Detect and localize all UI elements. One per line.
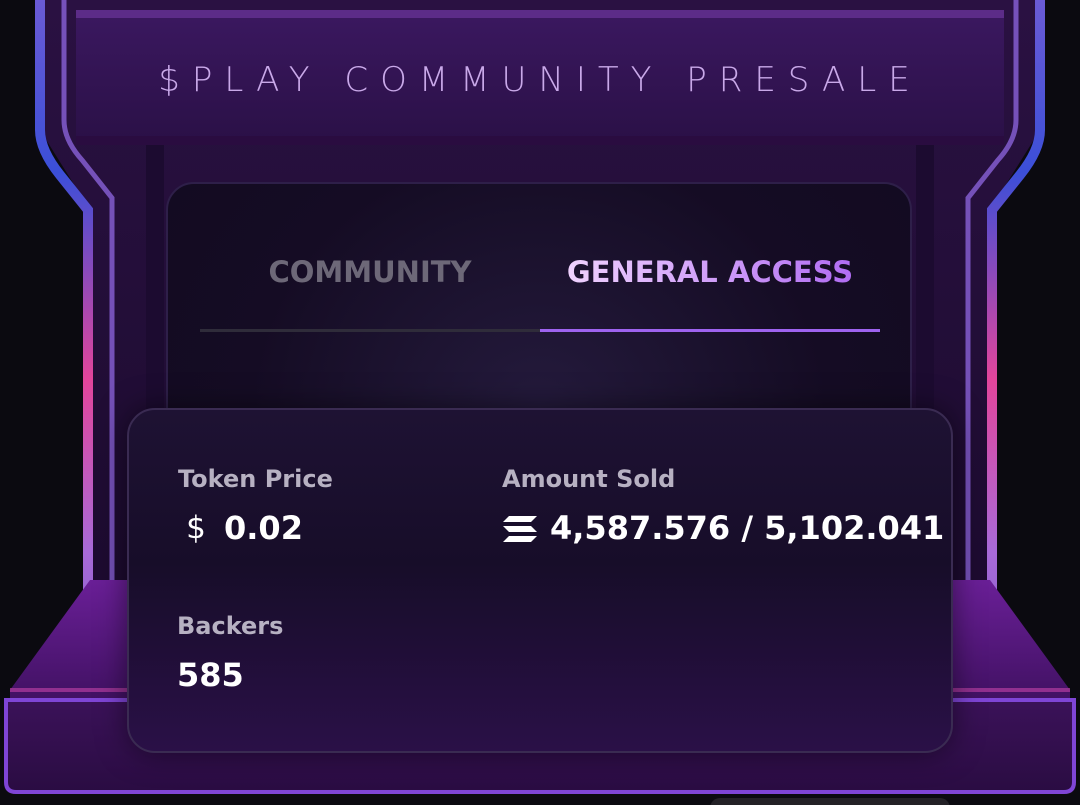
tab-general-access-label: GENERAL ACCESS: [566, 255, 854, 289]
adjacent-panel-edge: [710, 798, 950, 805]
presale-widget: $PLAY COMMUNITY PRESALE COMMUNITY GENERA…: [0, 0, 1080, 805]
presale-tabs: COMMUNITY GENERAL ACCESS: [200, 240, 880, 332]
tab-community-label: COMMUNITY: [268, 255, 472, 289]
token-price-label: Token Price: [178, 465, 333, 493]
token-price-value: 0.02: [224, 509, 303, 547]
backers-label: Backers: [177, 612, 284, 640]
presale-stats-card: [127, 408, 953, 753]
tab-general-access[interactable]: GENERAL ACCESS: [540, 240, 880, 332]
tab-community[interactable]: COMMUNITY: [200, 240, 540, 332]
dollar-icon: $: [186, 510, 206, 546]
amount-sold-value: 4,587.576 / 5,102.041: [550, 509, 945, 547]
amount-sold-label: Amount Sold: [502, 465, 676, 493]
presale-title: $PLAY COMMUNITY PRESALE: [158, 60, 922, 100]
backers-value: 585: [177, 656, 244, 694]
solana-icon: [503, 516, 537, 542]
